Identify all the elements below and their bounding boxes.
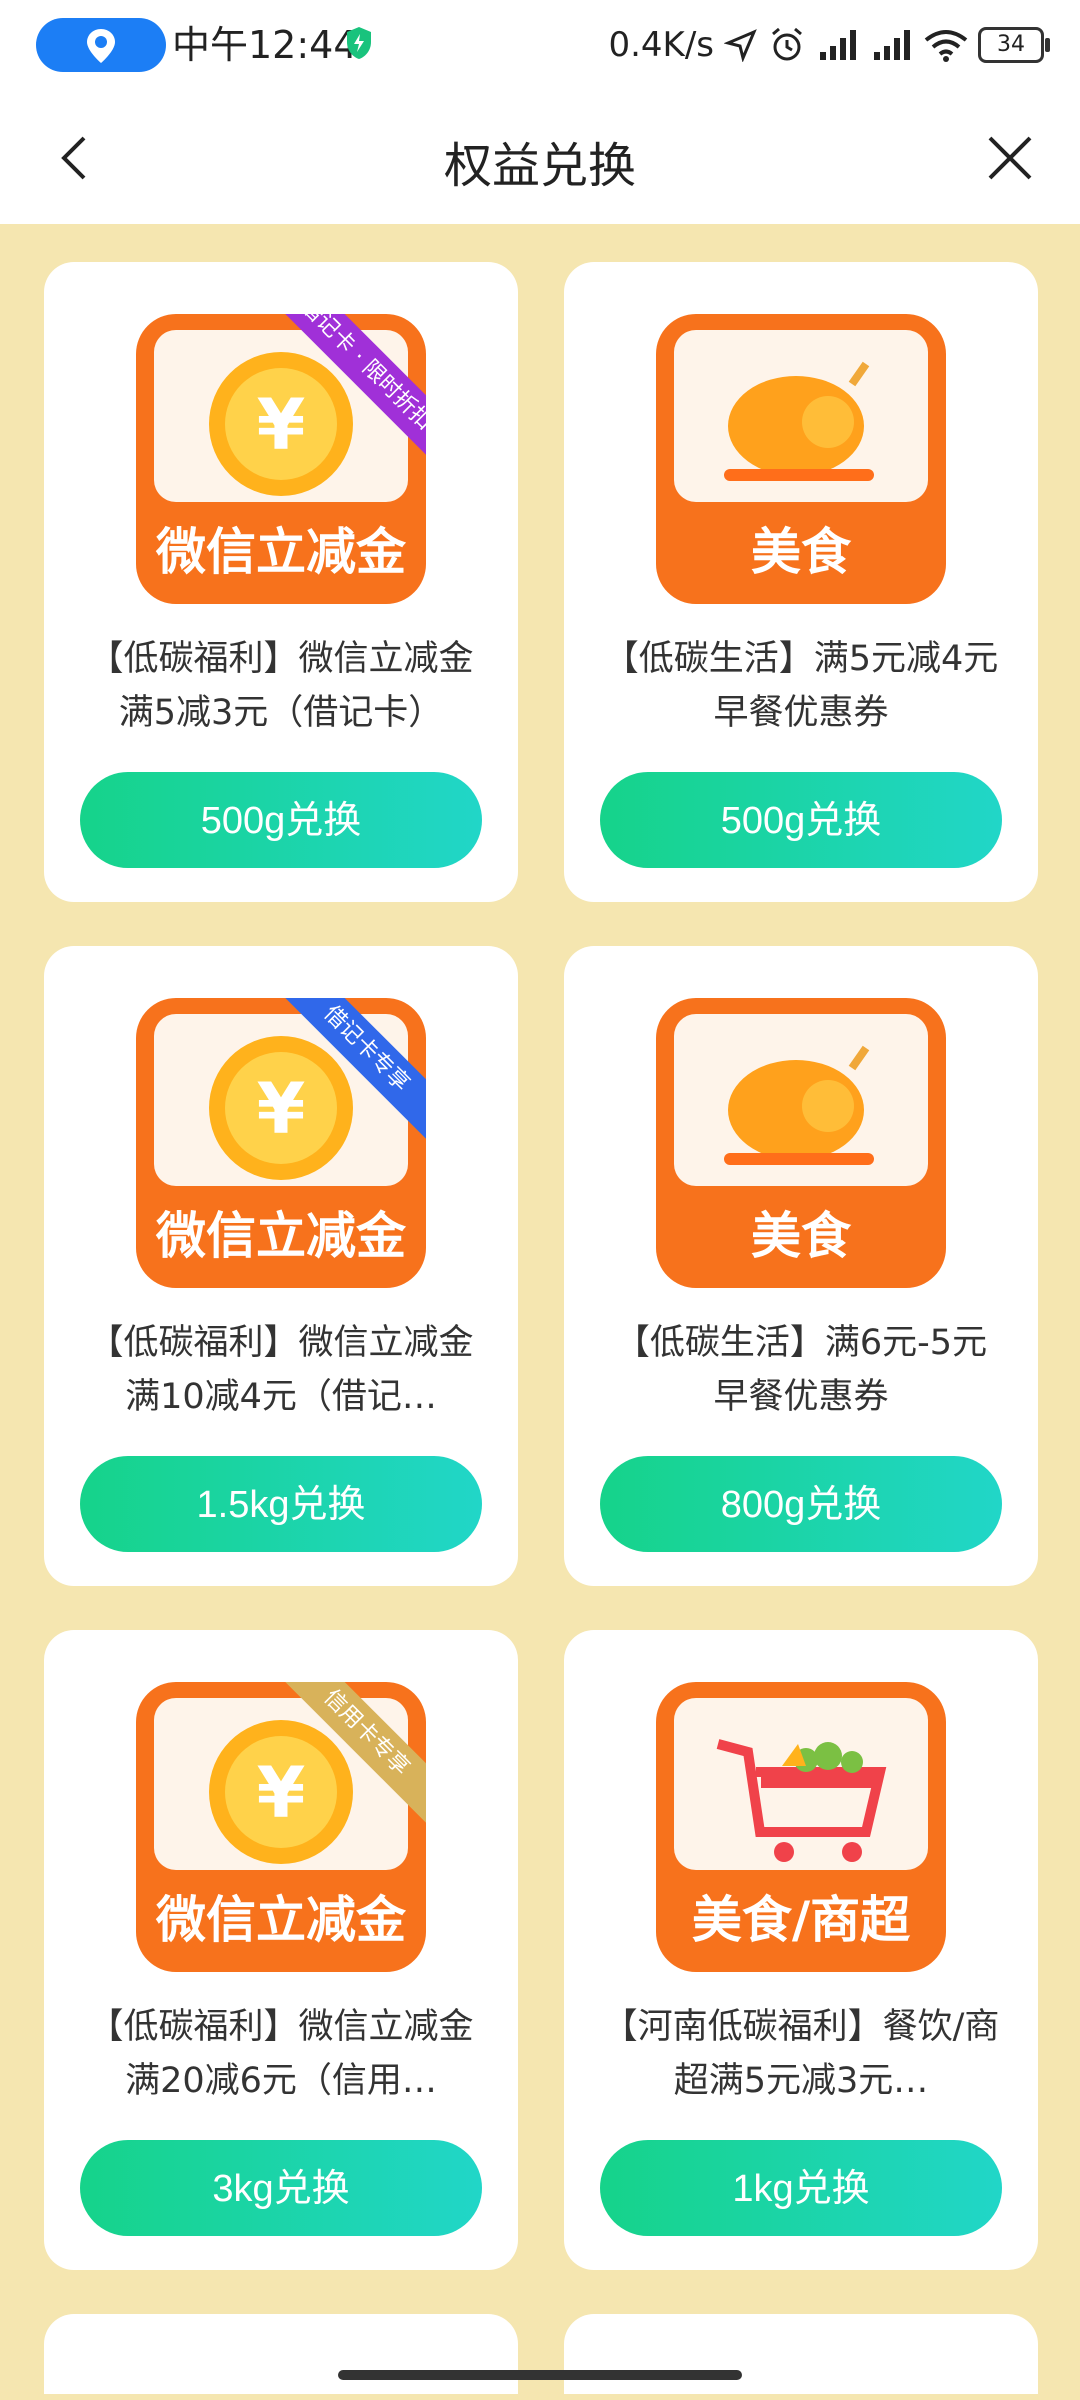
tile-label: 微信立减金 xyxy=(156,523,406,581)
reward-image: 美食 xyxy=(656,998,946,1288)
svg-text:¥: ¥ xyxy=(257,1068,306,1150)
reward-card[interactable]: 美食/商超 【河南低碳福利】餐饮/商超满5元减3元… 1kg兑换 xyxy=(564,1630,1038,2270)
alarm-icon xyxy=(772,27,802,61)
tile-label: 微信立减金 xyxy=(156,1207,406,1265)
reward-description: 【低碳福利】微信立减金满5减3元（借记卡） xyxy=(88,639,474,733)
svg-text:¥: ¥ xyxy=(257,384,306,466)
tile-label: 微信立减金 xyxy=(156,1891,406,1949)
exchange-button[interactable]: 1kg兑换 xyxy=(600,2140,1002,2236)
battery-level: 34 xyxy=(997,32,1025,57)
status-bar: 中午12:44 0.4K/s 34 xyxy=(0,0,1080,90)
exchange-button[interactable]: 1.5kg兑换 xyxy=(80,1456,482,1552)
exchange-button[interactable]: 800g兑换 xyxy=(600,1456,1002,1552)
tile-label: 美食/商超 xyxy=(691,1891,911,1949)
reward-card-partial[interactable] xyxy=(44,2314,518,2394)
exchange-button[interactable]: 500g兑换 xyxy=(80,772,482,868)
location-indicator xyxy=(36,18,166,72)
exchange-button[interactable]: 3kg兑换 xyxy=(80,2140,482,2236)
reward-description: 【河南低碳福利】餐饮/商超满5元减3元… xyxy=(602,2007,1000,2101)
reward-image: ¥ 微信立减金 信用卡专享 xyxy=(136,1682,426,1972)
reward-image: ¥ 微信立减金 借记卡 · 限时折扣 xyxy=(136,314,426,604)
reward-image: 美食 xyxy=(656,314,946,604)
network-speed: 0.4K/s xyxy=(608,25,714,65)
tile-label: 美食 xyxy=(751,523,851,581)
battery-indicator: 34 xyxy=(978,27,1050,63)
page-title: 权益兑换 xyxy=(443,138,636,194)
navigation-arrow-icon xyxy=(724,29,757,62)
reward-description: 【低碳生活】满5元减4元早餐优惠券 xyxy=(603,639,999,733)
exchange-button[interactable]: 500g兑换 xyxy=(600,772,1002,868)
reward-description: 【低碳福利】微信立减金满20减6元（信用… xyxy=(88,2007,474,2101)
signal-hd-2-icon xyxy=(874,30,910,60)
reward-image: ¥ 微信立减金 借记卡专享 xyxy=(136,998,426,1288)
reward-description: 【低碳福利】微信立减金满10减4元（借记… xyxy=(88,1323,474,1417)
reward-card[interactable]: ¥ 微信立减金 借记卡 · 限时折扣 【低碳福利】微信立减金满5减3元（借记卡）… xyxy=(44,262,518,902)
wifi-icon xyxy=(924,30,968,62)
shield-icon xyxy=(347,27,371,59)
reward-card[interactable]: 美食 【低碳生活】满5元减4元早餐优惠券 500g兑换 xyxy=(564,262,1038,902)
location-pin-icon xyxy=(87,29,115,63)
reward-card[interactable]: ¥ 微信立减金 借记卡专享 【低碳福利】微信立减金满10减4元（借记… 1.5k… xyxy=(44,946,518,1586)
reward-card[interactable]: ¥ 微信立减金 信用卡专享 【低碳福利】微信立减金满20减6元（信用… 3kg兑… xyxy=(44,1630,518,2270)
tile-label: 美食 xyxy=(751,1207,851,1265)
reward-image: 美食/商超 xyxy=(656,1682,946,1972)
signal-hd-1-icon xyxy=(820,30,856,60)
page-header: 权益兑换 xyxy=(0,90,1080,224)
status-time: 中午12:44 xyxy=(172,23,358,67)
reward-card-partial[interactable] xyxy=(564,2314,1038,2394)
close-icon xyxy=(988,136,1032,180)
home-indicator[interactable] xyxy=(338,2370,742,2380)
reward-description: 【低碳生活】满6元-5元早餐优惠券 xyxy=(614,1323,988,1417)
reward-card[interactable]: 美食 【低碳生活】满6元-5元早餐优惠券 800g兑换 xyxy=(564,946,1038,1586)
close-button[interactable] xyxy=(980,128,1040,188)
svg-text:¥: ¥ xyxy=(257,1752,306,1834)
